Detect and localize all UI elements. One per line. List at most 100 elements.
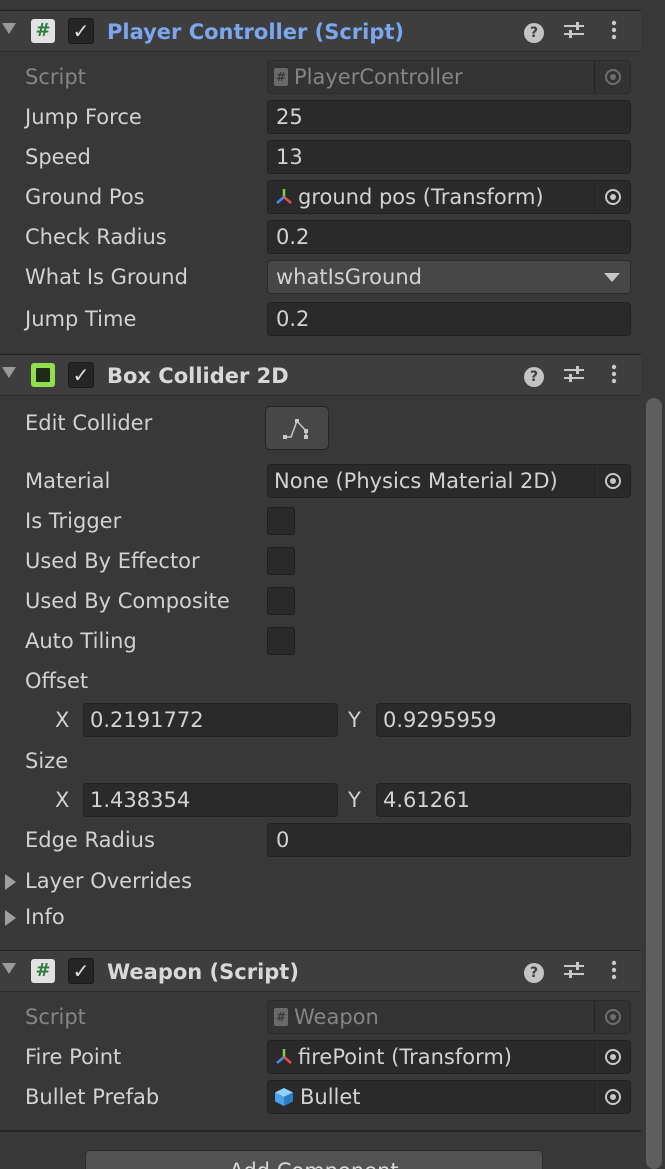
check-radius-input[interactable]: 0.2	[267, 220, 631, 254]
auto-tiling-label: Auto Tiling	[25, 629, 137, 653]
fold-arrow-icon[interactable]	[2, 23, 16, 34]
what-is-ground-dropdown[interactable]: whatIsGround	[267, 260, 631, 294]
bullet-prefab-row: Bullet Prefab Bullet	[0, 1080, 641, 1114]
box-collider-title: Box Collider 2D	[107, 364, 289, 388]
transform-icon	[276, 1048, 292, 1064]
presets-icon[interactable]	[562, 20, 586, 44]
scrollbar-thumb[interactable]	[646, 398, 662, 1169]
what-is-ground-row: What Is Ground whatIsGround	[0, 260, 641, 294]
what-is-ground-label: What Is Ground	[25, 265, 188, 289]
jump-force-input[interactable]: 25	[267, 100, 631, 134]
speed-label: Speed	[25, 145, 91, 169]
fire-point-label: Fire Point	[25, 1045, 122, 1069]
offset-y-label[interactable]: Y	[348, 703, 361, 737]
fold-arrow-icon[interactable]	[2, 963, 16, 974]
size-y-label[interactable]: Y	[348, 783, 361, 817]
check-radius-row: Check Radius 0.2	[0, 220, 641, 254]
offset-row: Offset	[0, 664, 641, 698]
speed-input[interactable]: 13	[267, 140, 631, 174]
bullet-prefab-label: Bullet Prefab	[25, 1085, 160, 1109]
layer-overrides-foldout[interactable]: Layer Overrides	[0, 864, 641, 898]
script-label: Script	[25, 65, 86, 89]
script-hash-icon: #	[31, 19, 55, 43]
weapon-script-label: Script	[25, 1005, 86, 1029]
ground-pos-row: Ground Pos ground pos (Transform)	[0, 180, 641, 214]
object-picker-icon[interactable]	[594, 181, 630, 213]
add-component-button[interactable]: Add Component	[85, 1150, 543, 1169]
component-menu-icon[interactable]	[602, 20, 626, 44]
weapon-script-row: Script # Weapon	[0, 1000, 641, 1034]
presets-icon[interactable]	[562, 364, 586, 388]
presets-icon[interactable]	[562, 960, 586, 984]
size-y-input[interactable]: 4.61261	[376, 783, 631, 817]
material-label: Material	[25, 469, 111, 493]
edit-collider-icon	[283, 419, 308, 439]
ground-pos-field[interactable]: ground pos (Transform)	[267, 180, 631, 214]
layer-overrides-label: Layer Overrides	[25, 869, 193, 893]
weapon-header[interactable]: # ✓ Weapon (Script) ?	[0, 950, 641, 992]
size-label: Size	[25, 749, 69, 773]
help-icon[interactable]: ?	[522, 960, 546, 984]
used-by-effector-label: Used By Effector	[25, 549, 200, 573]
help-icon[interactable]: ?	[522, 364, 546, 388]
weapon-title: Weapon (Script)	[107, 960, 299, 984]
object-picker-icon[interactable]	[594, 1041, 630, 1073]
size-x-label[interactable]: X	[55, 783, 69, 817]
box-collider-enabled-checkbox[interactable]: ✓	[68, 362, 94, 388]
material-field[interactable]: None (Physics Material 2D)	[267, 464, 631, 498]
edit-collider-label: Edit Collider	[25, 411, 153, 435]
used-by-composite-label: Used By Composite	[25, 589, 230, 613]
is-trigger-row: Is Trigger	[0, 504, 641, 538]
jump-time-input[interactable]: 0.2	[267, 302, 631, 336]
object-picker-icon[interactable]	[594, 61, 630, 93]
component-separator	[0, 1130, 641, 1132]
edge-radius-input[interactable]: 0	[267, 823, 631, 857]
script-row: Script # PlayerController	[0, 60, 641, 94]
material-row: Material None (Physics Material 2D)	[0, 464, 641, 498]
used-by-effector-checkbox[interactable]	[267, 547, 295, 575]
speed-row: Speed 13	[0, 140, 641, 174]
size-x-input[interactable]: 1.438354	[83, 783, 338, 817]
edit-collider-button[interactable]	[265, 406, 329, 450]
offset-x-label[interactable]: X	[55, 703, 69, 737]
weapon-script-field[interactable]: # Weapon	[267, 1000, 631, 1034]
info-foldout[interactable]: Info	[0, 900, 641, 934]
fold-arrow-icon[interactable]	[2, 367, 16, 378]
jump-time-label: Jump Time	[25, 307, 137, 331]
edge-radius-label: Edge Radius	[25, 828, 155, 852]
component-menu-icon[interactable]	[602, 364, 626, 388]
player-controller-header[interactable]: # ✓ Player Controller (Script) ?	[0, 10, 641, 52]
help-icon[interactable]: ?	[522, 20, 546, 44]
used-by-composite-row: Used By Composite	[0, 584, 641, 618]
component-menu-icon[interactable]	[602, 960, 626, 984]
ground-pos-label: Ground Pos	[25, 185, 145, 209]
offset-values-row: X 0.2191772 Y 0.9295959	[0, 703, 641, 737]
size-row: Size	[0, 744, 641, 778]
script-file-icon: #	[274, 1007, 288, 1026]
used-by-effector-row: Used By Effector	[0, 544, 641, 578]
script-field[interactable]: # PlayerController	[267, 60, 631, 94]
object-picker-icon[interactable]	[594, 1081, 630, 1113]
player-controller-title: Player Controller (Script)	[107, 20, 405, 44]
is-trigger-checkbox[interactable]	[267, 507, 295, 535]
auto-tiling-checkbox[interactable]	[267, 627, 295, 655]
transform-icon	[276, 188, 292, 204]
weapon-enabled-checkbox[interactable]: ✓	[68, 958, 94, 984]
object-picker-icon[interactable]	[594, 465, 630, 497]
bullet-prefab-field[interactable]: Bullet	[267, 1080, 631, 1114]
chevron-down-icon	[604, 273, 620, 282]
object-picker-icon[interactable]	[594, 1001, 630, 1033]
info-label: Info	[25, 905, 65, 929]
prefab-cube-icon	[275, 1087, 293, 1106]
offset-label: Offset	[25, 669, 89, 693]
offset-y-input[interactable]: 0.9295959	[376, 703, 631, 737]
player-controller-enabled-checkbox[interactable]: ✓	[68, 18, 94, 44]
used-by-composite-checkbox[interactable]	[267, 587, 295, 615]
script-hash-icon: #	[31, 959, 55, 983]
fire-point-row: Fire Point firePoint (Transform)	[0, 1040, 641, 1074]
jump-time-row: Jump Time 0.2	[0, 302, 641, 336]
fire-point-field[interactable]: firePoint (Transform)	[267, 1040, 631, 1074]
box-collider-header[interactable]: ✓ Box Collider 2D ?	[0, 354, 641, 396]
offset-x-input[interactable]: 0.2191772	[83, 703, 338, 737]
jump-force-row: Jump Force 25	[0, 100, 641, 134]
